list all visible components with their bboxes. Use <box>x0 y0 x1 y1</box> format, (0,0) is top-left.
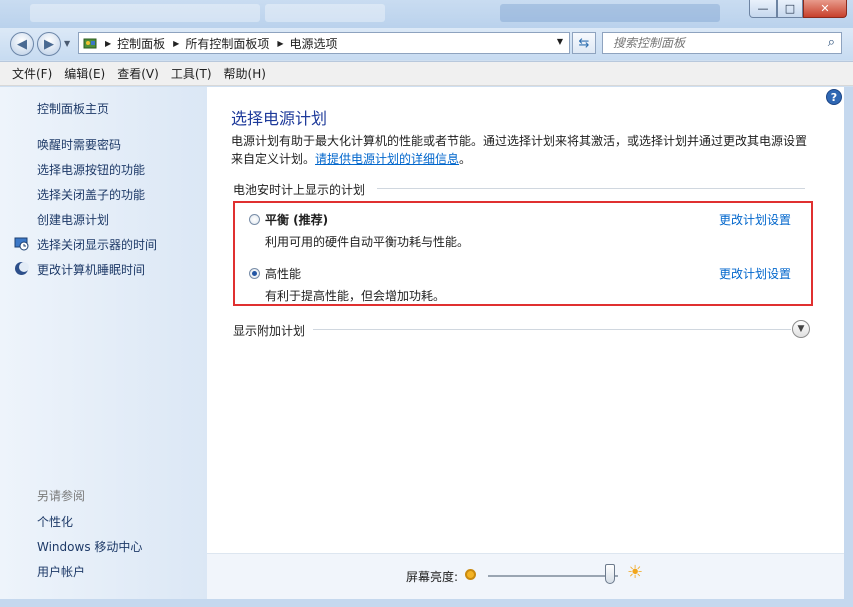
see-also-label: 另请参阅 <box>37 489 86 503</box>
plan-balanced-desc: 利用可用的硬件自动平衡功耗与性能。 <box>265 235 470 249</box>
more-plans-title[interactable]: 显示附加计划 <box>233 322 305 339</box>
search-input[interactable] <box>611 35 811 51</box>
navigation-bar: ◀ ▶ ▼ ▶ 控制面板 ▶ 所有控制面板项 ▶ 电源选项 ▼ ⇆ ⌕ <box>0 28 853 60</box>
main-panel: ? 选择电源计划 电源计划有助于最大化计算机的性能或者节能。通过选择计划来将其激… <box>207 87 844 599</box>
breadcrumb-control-panel[interactable]: 控制面板 <box>117 35 165 52</box>
group-divider <box>377 188 805 189</box>
brightness-slider-track[interactable] <box>488 575 618 577</box>
control-panel-icon <box>83 36 97 50</box>
brightness-bright-icon: ☀ <box>627 562 644 583</box>
sidebar-link-create-plan[interactable]: 创建电源计划 <box>37 211 109 228</box>
brightness-dim-icon <box>465 569 476 580</box>
search-box: ⌕ <box>602 32 842 54</box>
minimize-button[interactable]: — <box>749 0 777 18</box>
sidebar-link-mobility-center[interactable]: Windows 移动中心 <box>37 538 142 555</box>
recent-pages-dropdown-icon[interactable]: ▼ <box>64 39 70 48</box>
title-bar: — □ ✕ <box>0 0 853 30</box>
page-description: 电源计划有助于最大化计算机的性能或者节能。通过选择计划来将其激活，或选择计划并通… <box>231 132 811 168</box>
sidebar-link-user-accounts[interactable]: 用户帐户 <box>37 563 85 580</box>
window-bottom-frame <box>0 599 853 607</box>
sidebar-link-wake-password[interactable]: 唤醒时需要密码 <box>37 136 121 153</box>
sidebar-link-display-off[interactable]: 选择关闭显示器的时间 <box>37 236 157 253</box>
plans-group-title: 电池安时计上显示的计划 <box>233 183 366 197</box>
window-right-frame <box>844 87 853 599</box>
help-icon[interactable]: ? <box>826 89 842 105</box>
brightness-slider-thumb[interactable] <box>605 564 615 584</box>
sidebar-link-close-lid[interactable]: 选择关闭盖子的功能 <box>37 186 145 203</box>
sidebar-link-power-button[interactable]: 选择电源按钮的功能 <box>37 161 145 178</box>
menu-help[interactable]: 帮助(H) <box>224 65 266 82</box>
menu-edit[interactable]: 编辑(E) <box>64 65 105 82</box>
maximize-button[interactable]: □ <box>777 0 803 18</box>
breadcrumb-separator-icon: ▶ <box>105 38 112 48</box>
forward-button[interactable]: ▶ <box>37 32 61 56</box>
menu-tools[interactable]: 工具(T) <box>171 65 212 82</box>
plans-highlight-box: 平衡 (推荐) 利用可用的硬件自动平衡功耗与性能。 更改计划设置 高性能 有利于… <box>233 201 813 306</box>
back-button[interactable]: ◀ <box>10 32 34 56</box>
background-tab <box>265 4 385 22</box>
close-button[interactable]: ✕ <box>803 0 847 18</box>
menu-file[interactable]: 文件(F) <box>12 65 52 82</box>
sidebar: 控制面板主页 唤醒时需要密码 选择电源按钮的功能 选择关闭盖子的功能 创建电源计… <box>0 87 207 599</box>
background-tab <box>30 4 260 22</box>
breadcrumb-separator-icon: ▶ <box>173 38 180 48</box>
description-end: 。 <box>459 152 472 166</box>
plan-high-performance-radio[interactable] <box>249 268 260 279</box>
brightness-label: 屏幕亮度: <box>406 570 459 584</box>
back-arrow-icon: ◀ <box>17 36 27 52</box>
menu-bar: 文件(F) 编辑(E) 查看(V) 工具(T) 帮助(H) <box>0 61 853 86</box>
display-clock-icon <box>14 236 29 251</box>
moon-icon <box>14 261 29 276</box>
plan-details-link[interactable]: 请提供电源计划的详细信息 <box>315 152 459 166</box>
plan-balanced-change-link[interactable]: 更改计划设置 <box>719 211 791 228</box>
brightness-bar: 屏幕亮度: ☀ <box>207 553 844 599</box>
breadcrumb-power-options[interactable]: 电源选项 <box>290 35 338 52</box>
address-bar[interactable]: ▶ 控制面板 ▶ 所有控制面板项 ▶ 电源选项 ▼ <box>78 32 570 54</box>
refresh-button[interactable]: ⇆ <box>572 32 596 54</box>
breadcrumb-all-items[interactable]: 所有控制面板项 <box>185 35 269 52</box>
address-dropdown-icon[interactable]: ▼ <box>557 37 563 46</box>
page-title: 选择电源计划 <box>231 109 328 128</box>
background-tab <box>500 4 720 22</box>
forward-arrow-icon: ▶ <box>44 36 54 52</box>
sidebar-home-link[interactable]: 控制面板主页 <box>37 100 109 117</box>
search-icon[interactable]: ⌕ <box>828 35 835 50</box>
plan-balanced-name[interactable]: 平衡 (推荐) <box>265 211 328 228</box>
plan-high-performance-change-link[interactable]: 更改计划设置 <box>719 265 791 282</box>
chevron-down-icon: ▼ <box>797 324 805 334</box>
plan-high-performance-desc: 有利于提高性能，但会增加功耗。 <box>265 289 446 303</box>
expand-plans-button[interactable]: ▼ <box>792 320 810 338</box>
sidebar-link-personalize[interactable]: 个性化 <box>37 513 73 530</box>
plan-high-performance-name[interactable]: 高性能 <box>265 265 301 282</box>
menu-view[interactable]: 查看(V) <box>117 65 159 82</box>
breadcrumb-separator-icon: ▶ <box>277 38 284 48</box>
more-plans-divider <box>313 329 791 330</box>
sidebar-link-sleep[interactable]: 更改计算机睡眠时间 <box>37 261 145 278</box>
refresh-icon: ⇆ <box>578 35 590 51</box>
plan-balanced-radio[interactable] <box>249 214 260 225</box>
